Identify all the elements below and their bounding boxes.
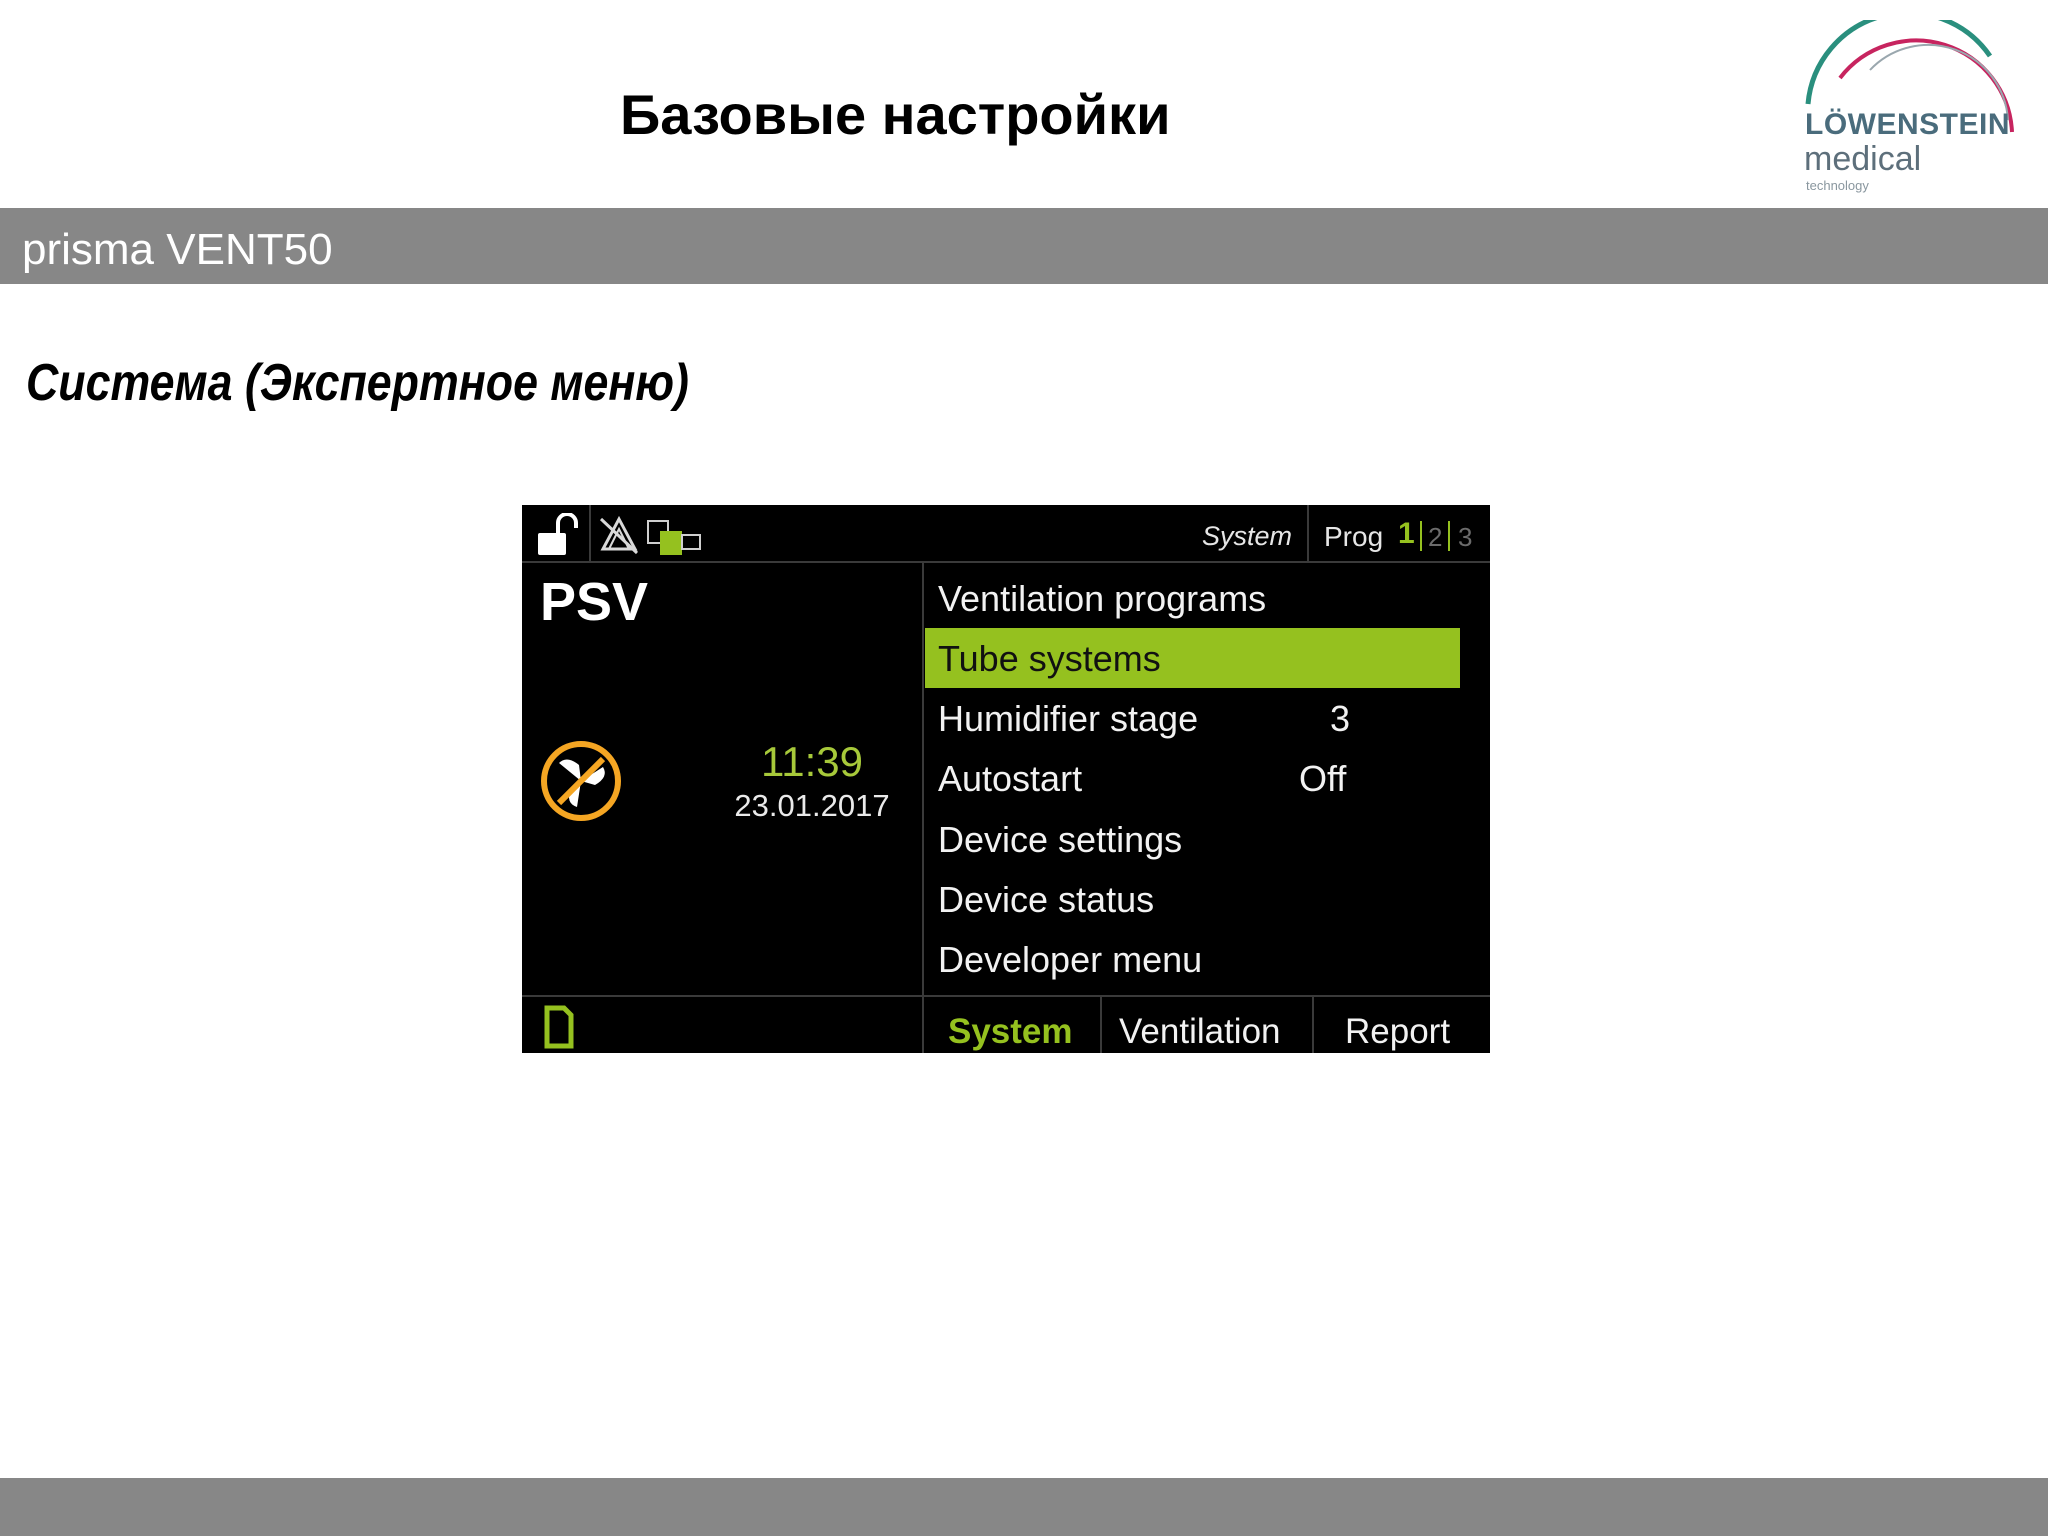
menu-item-label: Device status <box>938 879 1155 920</box>
header-band: prisma VENT50 <box>0 208 2048 284</box>
tab-ventilation[interactable]: Ventilation <box>1102 1002 1312 1053</box>
product-name: prisma VENT50 <box>22 225 333 274</box>
clock-date: 23.01.2017 <box>734 788 890 823</box>
menu-item-value: 3 <box>1330 698 1351 739</box>
menu-item-device-settings[interactable]: Device settings <box>925 809 1460 869</box>
menu-item-label: Developer menu <box>938 939 1203 980</box>
top-context-label: System <box>1202 521 1293 551</box>
menu-item-humidifier-stage[interactable]: Humidifier stage 3 <box>925 688 1460 748</box>
status-divider-1 <box>589 505 591 561</box>
menu-item-label: Device settings <box>938 819 1183 860</box>
menu-item-value: Off <box>1299 758 1347 799</box>
lowenstein-logo: LÖWENSTEIN medical technology <box>1800 20 2022 200</box>
tab-report[interactable]: Report <box>1314 1002 1490 1053</box>
device-screen: System Prog 1 2 3 PSV 11:39 23.01.2017 V… <box>522 505 1490 1053</box>
menu-item-device-status[interactable]: Device status <box>925 869 1460 929</box>
fan-off-icon[interactable] <box>539 739 623 823</box>
menu-item-tube-systems[interactable]: Tube systems <box>925 628 1460 688</box>
menu-item-label: Ventilation programs <box>938 578 1267 619</box>
prog-number-2[interactable]: 2 <box>1428 522 1442 553</box>
slide-title: Базовые настройки <box>620 83 1171 146</box>
logo-word-technology: technology <box>1806 178 1869 193</box>
tab-system[interactable]: System <box>924 1002 1100 1053</box>
tab-label: Ventilation <box>1119 1012 1281 1051</box>
clock-time: 11:39 <box>761 738 863 785</box>
tab-label: Report <box>1345 1012 1451 1051</box>
menu-item-label: Humidifier stage <box>938 698 1199 739</box>
menu-item-ventilation-programs[interactable]: Ventilation programs <box>925 568 1460 628</box>
menu-item-label: Tube systems <box>938 638 1161 679</box>
logo-word-lowenstein: LÖWENSTEIN <box>1805 108 2010 141</box>
connection-icon <box>647 520 701 555</box>
sd-card-icon <box>544 1005 574 1049</box>
menu-item-developer-menu[interactable]: Developer menu <box>925 929 1460 989</box>
prog-separator <box>1448 521 1450 551</box>
section-subtitle: Система (Экспертное меню) <box>26 354 689 412</box>
menu-item-label: Autostart <box>938 758 1083 799</box>
footer-band <box>0 1478 2048 1536</box>
status-divider-2 <box>1307 505 1309 561</box>
menu-item-autostart[interactable]: Autostart Off <box>925 748 1460 808</box>
alarm-silenced-icon <box>599 515 639 555</box>
tab-bar-divider <box>522 995 1490 997</box>
prog-number-3[interactable]: 3 <box>1458 522 1472 553</box>
unlock-icon[interactable] <box>536 513 586 557</box>
prog-separator <box>1420 521 1422 551</box>
logo-word-medical: medical <box>1804 140 1922 178</box>
prog-number-1[interactable]: 1 <box>1398 517 1415 551</box>
ventilation-mode: PSV <box>540 572 649 632</box>
status-bar-divider <box>522 561 1490 563</box>
tab-label: System <box>948 1012 1073 1051</box>
prog-label: Prog <box>1324 521 1384 552</box>
